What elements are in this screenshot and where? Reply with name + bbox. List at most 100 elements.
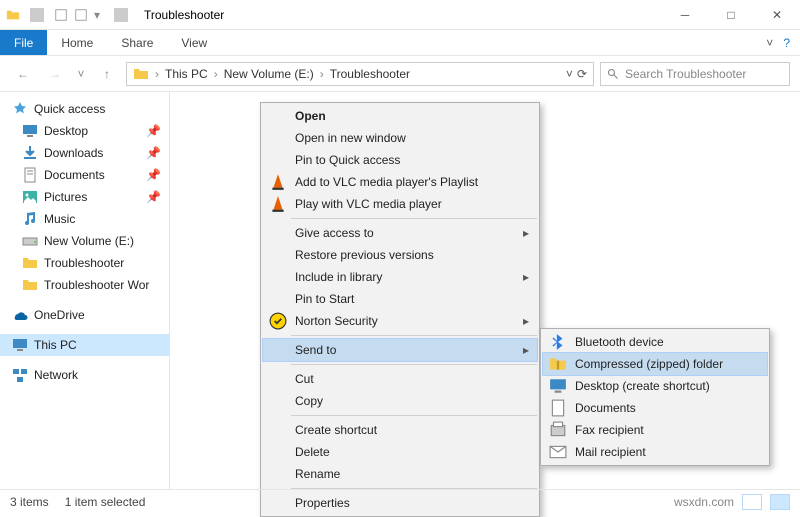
sidebar-pictures[interactable]: Pictures📌 [0,186,169,208]
ctx-vlc-playlist[interactable]: Add to VLC media player's Playlist [263,171,537,193]
sendto-documents[interactable]: Documents [543,397,767,419]
chevron-right-icon: ▸ [523,314,529,328]
ctx-delete[interactable]: Delete [263,441,537,463]
sidebar-documents[interactable]: Documents📌 [0,164,169,186]
watermark: wsxdn.com [674,495,734,509]
chevron-right-icon: ▸ [523,343,529,357]
sidebar-network[interactable]: Network [0,364,169,386]
status-selected-count: 1 item selected [65,495,146,509]
details-view-button[interactable] [742,494,762,510]
minimize-button[interactable]: ─ [662,0,708,30]
ctx-include-library[interactable]: Include in library▸ [263,266,537,288]
ctx-copy[interactable]: Copy [263,390,537,412]
window-title: Troubleshooter [144,8,224,22]
sendto-fax[interactable]: Fax recipient [543,419,767,441]
chevron-right-icon: ▸ [523,270,529,284]
ctx-restore-previous[interactable]: Restore previous versions [263,244,537,266]
ctx-pin-start[interactable]: Pin to Start [263,288,537,310]
search-placeholder: Search Troubleshooter [625,67,746,81]
sidebar-troubleshooter-wor[interactable]: Troubleshooter Wor [0,274,169,296]
back-button[interactable]: ← [10,61,36,87]
ribbon: File Home Share View ˅ ? [0,30,800,56]
pin-icon: 📌 [146,146,161,160]
dropdown-icon[interactable]: ▾ [94,8,104,22]
sidebar: Quick access Desktop📌 Downloads📌 Documen… [0,92,170,489]
address-row: ← → ˅ ↑ › This PC › New Volume (E:) › Tr… [0,56,800,92]
star-icon [12,101,28,117]
fax-icon [549,421,567,439]
norton-icon [269,312,287,330]
share-tab[interactable]: Share [107,30,167,55]
sidebar-onedrive[interactable]: OneDrive [0,304,169,326]
folder-icon [22,277,38,293]
context-menu: Open Open in new window Pin to Quick acc… [260,102,540,517]
desktop-icon [549,377,567,395]
mail-icon [549,443,567,461]
sidebar-downloads[interactable]: Downloads📌 [0,142,169,164]
downloads-icon [22,145,38,161]
sidebar-this-pc[interactable]: This PC [0,334,169,356]
checkbox-icon[interactable] [54,8,68,22]
recent-dropdown[interactable]: ˅ [74,61,88,87]
titlebar: ▾ Troubleshooter ─ □ ✕ [0,0,800,30]
ctx-cut[interactable]: Cut [263,368,537,390]
sendto-bluetooth[interactable]: Bluetooth device [543,331,767,353]
pin-icon: 📌 [146,124,161,138]
network-icon [12,367,28,383]
breadcrumb[interactable]: This PC [165,67,208,81]
chevron-right-icon: ▸ [523,226,529,240]
address-bar[interactable]: › This PC › New Volume (E:) › Troublesho… [126,62,594,86]
pin-icon: 📌 [146,168,161,182]
sendto-compressed[interactable]: Compressed (zipped) folder [543,353,767,375]
sidebar-new-volume[interactable]: New Volume (E:) [0,230,169,252]
pictures-icon [22,189,38,205]
ctx-send-to[interactable]: Send to▸ [263,339,537,361]
checkbox-icon[interactable] [74,8,88,22]
music-icon [22,211,38,227]
home-tab[interactable]: Home [47,30,107,55]
documents-icon [22,167,38,183]
maximize-button[interactable]: □ [708,0,754,30]
ctx-give-access[interactable]: Give access to▸ [263,222,537,244]
ctx-create-shortcut[interactable]: Create shortcut [263,419,537,441]
ctx-vlc-play[interactable]: Play with VLC media player [263,193,537,215]
thumbnails-view-button[interactable] [770,494,790,510]
folder-icon [22,255,38,271]
bluetooth-icon [549,333,567,351]
desktop-icon [22,123,38,139]
help-icon[interactable]: ? [783,36,790,50]
sendto-submenu: Bluetooth device Compressed (zipped) fol… [540,328,770,466]
sendto-desktop-shortcut[interactable]: Desktop (create shortcut) [543,375,767,397]
close-button[interactable]: ✕ [754,0,800,30]
search-icon [607,68,619,80]
vlc-icon [269,173,287,191]
ctx-norton[interactable]: Norton Security▸ [263,310,537,332]
search-input[interactable]: Search Troubleshooter [600,62,790,86]
status-bar: 3 items 1 item selected wsxdn.com [0,489,800,513]
sendto-mail[interactable]: Mail recipient [543,441,767,463]
sidebar-music[interactable]: Music [0,208,169,230]
pc-icon [12,337,28,353]
documents-icon [549,399,567,417]
refresh-icon[interactable]: ⟳ [577,67,587,81]
sidebar-quick-access[interactable]: Quick access [0,98,169,120]
folder-icon [133,66,149,82]
ctx-rename[interactable]: Rename [263,463,537,485]
drive-icon [22,233,38,249]
file-tab[interactable]: File [0,30,47,55]
ctx-open-new-window[interactable]: Open in new window [263,127,537,149]
view-tab[interactable]: View [167,30,221,55]
up-button[interactable]: ↑ [94,61,120,87]
sidebar-desktop[interactable]: Desktop📌 [0,120,169,142]
history-dropdown-icon[interactable]: ˅ [566,67,573,81]
folder-icon [6,8,20,22]
ctx-pin-quick-access[interactable]: Pin to Quick access [263,149,537,171]
breadcrumb[interactable]: New Volume (E:) [224,67,314,81]
sidebar-troubleshooter[interactable]: Troubleshooter [0,252,169,274]
forward-button[interactable]: → [42,61,68,87]
vlc-icon [269,195,287,213]
ctx-open[interactable]: Open [263,105,537,127]
expand-ribbon-icon[interactable]: ˅ [766,36,773,50]
onedrive-icon [12,307,28,323]
breadcrumb[interactable]: Troubleshooter [330,67,410,81]
